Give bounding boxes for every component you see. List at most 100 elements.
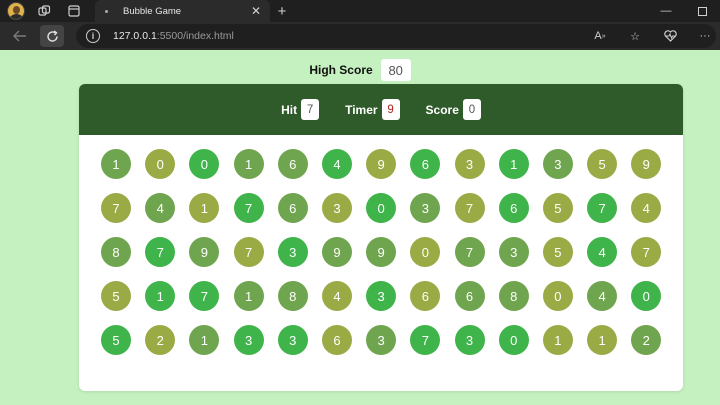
hit-label: Hit [281,102,298,117]
tab-favicon-icon [105,9,108,13]
page-content: High Score 80 Hit 7 Timer 9 Score 0 1001… [4,50,716,401]
bubble[interactable]: 5 [101,281,131,311]
bubble[interactable]: 5 [542,237,573,267]
bubble[interactable]: 7 [454,193,485,223]
more-menu-icon[interactable]: ··· [694,25,716,47]
bubble[interactable]: 1 [189,325,220,355]
bubble[interactable]: 1 [542,325,573,355]
bubble[interactable]: 3 [366,325,397,355]
new-tab-button[interactable]: + [272,0,292,22]
address-bar[interactable]: i 127.0.0.1:5500/index.html A» ☆ ··· [76,24,716,48]
back-arrow-icon[interactable] [8,25,32,47]
bubble[interactable]: 6 [277,149,308,179]
bubble[interactable]: 3 [233,325,264,355]
game-stats-bar: Hit 7 Timer 9 Score 0 [79,84,683,135]
bubble[interactable]: 1 [145,281,176,311]
bubble[interactable]: 3 [366,281,397,311]
timer-value: 9 [381,99,400,120]
bubble[interactable]: 8 [101,237,131,267]
bubble[interactable]: 9 [189,237,220,267]
bubble[interactable]: 3 [542,149,573,179]
timer-label: Timer [345,102,378,117]
bubble[interactable]: 7 [101,193,131,223]
bubble[interactable]: 7 [631,237,662,267]
bubble[interactable]: 0 [410,237,441,267]
bubble[interactable]: 0 [189,149,220,179]
bubble[interactable]: 0 [542,281,573,311]
bubble[interactable]: 1 [587,325,618,355]
bubble[interactable]: 8 [277,281,308,311]
score-value: 0 [462,99,481,120]
health-extension-icon[interactable] [659,25,681,47]
bubble[interactable]: 4 [145,193,176,223]
workspaces-icon[interactable] [33,0,55,22]
score-label: Score [425,102,459,117]
bubble[interactable]: 3 [454,149,485,179]
bubble[interactable]: 7 [587,193,618,223]
hit-value: 7 [301,99,320,120]
refresh-icon[interactable] [40,25,64,47]
favorite-star-icon[interactable]: ☆ [624,25,646,47]
bubble[interactable]: 7 [189,281,220,311]
bubble[interactable]: 1 [189,193,220,223]
bubble[interactable]: 3 [277,325,308,355]
bubble[interactable]: 4 [321,149,352,179]
bubble[interactable]: 3 [410,193,441,223]
bubble[interactable]: 5 [542,193,573,223]
bubble[interactable]: 7 [145,237,176,267]
bubble[interactable]: 0 [145,149,176,179]
bubble[interactable]: 2 [145,325,176,355]
bubble[interactable]: 2 [631,325,662,355]
bubble[interactable]: 1 [498,149,529,179]
minimize-icon[interactable]: — [648,0,684,22]
bubble[interactable]: 0 [366,193,397,223]
high-score-label: High Score [309,63,373,77]
bubble[interactable]: 8 [498,281,529,311]
bubble[interactable]: 6 [277,193,308,223]
high-score-value: 80 [380,59,411,81]
bubble[interactable]: 4 [587,237,618,267]
bubble[interactable]: 3 [498,237,529,267]
site-info-icon[interactable]: i [86,29,100,43]
url-path: :5500/index.html [156,30,234,42]
bubble[interactable]: 6 [410,149,441,179]
bubble[interactable]: 4 [631,193,662,223]
tab-actions-icon[interactable] [63,0,85,22]
bubble[interactable]: 7 [454,237,485,267]
bubble[interactable]: 3 [454,325,485,355]
hit-stat: Hit 7 [281,99,320,120]
bubble[interactable]: 7 [233,237,264,267]
bubble[interactable]: 9 [366,149,397,179]
bubble[interactable]: 1 [233,281,264,311]
bubble[interactable]: 6 [454,281,485,311]
bubble[interactable]: 6 [498,193,529,223]
timer-stat: Timer 9 [345,99,400,120]
bubble[interactable]: 3 [321,193,352,223]
bubble[interactable]: 7 [410,325,441,355]
profile-avatar[interactable] [7,2,25,20]
bubble[interactable]: 5 [101,325,131,355]
bubble[interactable]: 6 [321,325,352,355]
bubble[interactable]: 5 [587,149,618,179]
maximize-icon[interactable] [684,0,720,22]
high-score-area: High Score 80 [4,59,716,81]
bubble[interactable]: 0 [631,281,662,311]
bubble[interactable]: 1 [101,149,131,179]
bubble[interactable]: 4 [321,281,352,311]
bubble-grid: 1001649631359741763037657487973990735475… [79,135,683,355]
bubble[interactable]: 9 [366,237,397,267]
bubble[interactable]: 9 [631,149,662,179]
bubble[interactable]: 4 [587,281,618,311]
bubble[interactable]: 9 [321,237,352,267]
bubble[interactable]: 3 [277,237,308,267]
read-aloud-icon[interactable]: A» [589,25,611,47]
game-panel: Hit 7 Timer 9 Score 0 100164963135974176… [79,84,683,391]
bubble[interactable]: 0 [498,325,529,355]
url-text[interactable]: 127.0.0.1:5500/index.html [113,30,234,42]
bubble[interactable]: 7 [233,193,264,223]
tab-bubble-game[interactable]: Bubble Game ✕ [95,0,270,22]
bubble[interactable]: 1 [233,149,264,179]
close-tab-icon[interactable]: ✕ [250,4,262,18]
score-stat: Score 0 [426,99,481,120]
bubble[interactable]: 6 [410,281,441,311]
